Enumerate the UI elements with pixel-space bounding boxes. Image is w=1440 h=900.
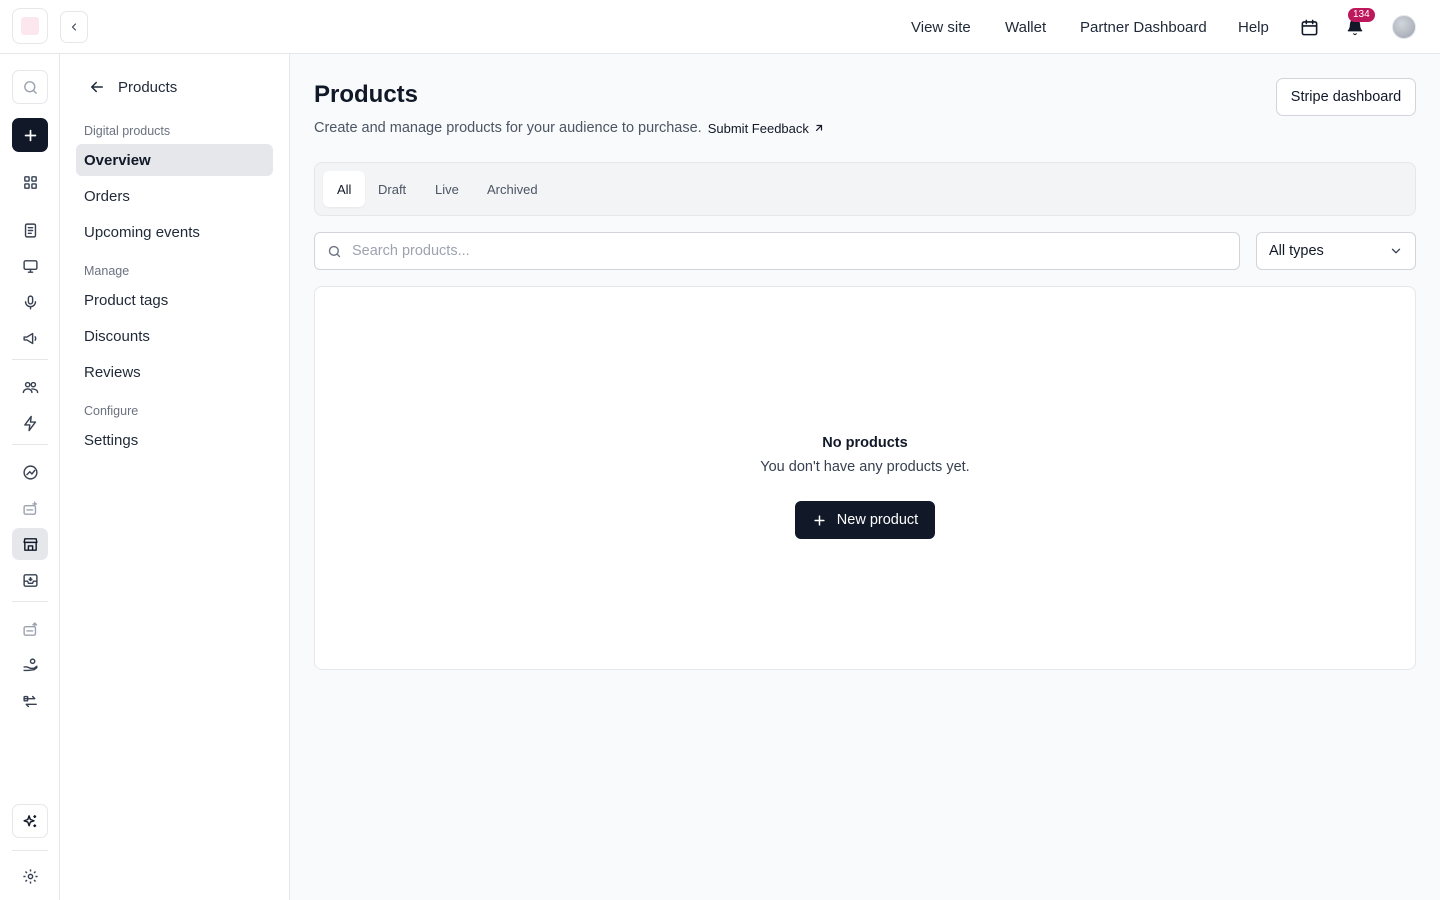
arrow-left-icon bbox=[91, 81, 103, 93]
grid-icon bbox=[23, 175, 37, 189]
rail-payments[interactable] bbox=[12, 649, 48, 681]
empty-state-description: You don't have any products yet. bbox=[760, 459, 970, 475]
rail-dashboard[interactable] bbox=[12, 166, 48, 198]
microphone-icon bbox=[24, 294, 36, 310]
sidebar-item-upcoming-events[interactable]: Upcoming events bbox=[76, 216, 273, 248]
product-type-select[interactable]: All types bbox=[1256, 232, 1416, 270]
rail-integrations[interactable] bbox=[12, 685, 48, 717]
inbox-icon bbox=[22, 573, 38, 587]
main-content: Products Create and manage products for … bbox=[290, 54, 1440, 900]
new-product-button[interactable]: New product bbox=[795, 501, 935, 539]
empty-state-card: No products You don't have any products … bbox=[314, 286, 1416, 670]
sparkle-icon bbox=[22, 814, 36, 827]
stripe-dashboard-button[interactable]: Stripe dashboard bbox=[1276, 78, 1416, 116]
rail-announcements[interactable] bbox=[12, 322, 48, 354]
rail-newsletter[interactable] bbox=[12, 214, 48, 246]
submit-feedback-link[interactable]: Submit Feedback bbox=[708, 121, 825, 136]
page-title: Products bbox=[314, 81, 419, 108]
notification-count-badge: 134 bbox=[1348, 8, 1375, 22]
search-box bbox=[314, 232, 1240, 270]
rail-divider bbox=[12, 850, 48, 851]
calendar-button[interactable] bbox=[1298, 16, 1320, 38]
top-bar: View site Wallet Partner Dashboard Help … bbox=[0, 0, 1440, 54]
calendar-icon bbox=[1301, 19, 1317, 35]
rail-divider bbox=[12, 444, 48, 445]
back-label: Products bbox=[118, 78, 178, 96]
rail-inbox[interactable] bbox=[12, 564, 48, 596]
rail-podcast[interactable] bbox=[12, 286, 48, 318]
store-icon bbox=[22, 537, 38, 551]
rail-divider bbox=[12, 601, 48, 602]
swap-icon bbox=[22, 695, 37, 707]
feedback-label: Submit Feedback bbox=[707, 120, 809, 136]
search-icon bbox=[328, 245, 341, 257]
monitor-icon bbox=[22, 259, 38, 273]
rail-sponsorships[interactable] bbox=[12, 492, 48, 524]
section-manage: Manage bbox=[84, 264, 130, 278]
sidebar-item-product-tags[interactable]: Product tags bbox=[76, 284, 273, 316]
chevron-left-icon bbox=[71, 23, 77, 31]
gear-icon bbox=[22, 868, 38, 884]
subtitle-text: Create and manage products for your audi… bbox=[314, 120, 702, 136]
nav-view-site[interactable]: View site bbox=[911, 0, 971, 54]
tab-archived[interactable]: Archived bbox=[473, 171, 552, 207]
tab-draft[interactable]: Draft bbox=[364, 171, 420, 207]
product-type-value: All types bbox=[1269, 243, 1324, 259]
collapse-sidebar-button[interactable] bbox=[60, 11, 88, 43]
page-subtitle: Create and manage products for your audi… bbox=[314, 120, 825, 136]
rail-automations[interactable] bbox=[12, 407, 48, 439]
chevron-down-icon bbox=[1391, 248, 1401, 254]
rail-products[interactable] bbox=[12, 528, 48, 560]
rail-ai-button[interactable] bbox=[12, 804, 48, 838]
rail-growth[interactable] bbox=[12, 456, 48, 488]
new-product-label: New product bbox=[836, 512, 919, 528]
nav-partner-dashboard[interactable]: Partner Dashboard bbox=[1080, 0, 1207, 54]
plus-icon bbox=[24, 129, 36, 141]
newsletter-icon bbox=[24, 222, 36, 238]
products-sidebar: Products Digital products Overview Order… bbox=[60, 54, 290, 900]
rail-website[interactable] bbox=[12, 250, 48, 282]
rail-settings[interactable] bbox=[12, 860, 48, 892]
icon-rail bbox=[0, 54, 60, 900]
plus-icon bbox=[814, 514, 825, 526]
rail-search-button[interactable] bbox=[12, 70, 48, 104]
tab-live[interactable]: Live bbox=[421, 171, 473, 207]
back-to-products[interactable]: Products bbox=[88, 78, 177, 96]
megaphone-icon bbox=[22, 332, 36, 344]
rail-divider bbox=[12, 359, 48, 360]
ads-icon bbox=[22, 621, 37, 636]
lightning-icon bbox=[23, 415, 36, 431]
growth-icon bbox=[22, 464, 38, 480]
empty-state-title: No products bbox=[822, 435, 908, 451]
sidebar-item-overview[interactable]: Overview bbox=[76, 144, 273, 176]
status-tabs: All Draft Live Archived bbox=[314, 162, 1416, 216]
hand-coin-icon bbox=[22, 657, 38, 671]
logo[interactable] bbox=[12, 8, 48, 44]
search-icon bbox=[23, 80, 37, 94]
nav-wallet[interactable]: Wallet bbox=[1005, 0, 1046, 54]
section-digital-products: Digital products bbox=[84, 124, 171, 138]
sidebar-item-discounts[interactable]: Discounts bbox=[76, 320, 273, 352]
sidebar-item-settings[interactable]: Settings bbox=[76, 424, 273, 456]
nav-help[interactable]: Help bbox=[1238, 0, 1269, 54]
arrow-up-right-icon bbox=[815, 124, 822, 132]
section-configure: Configure bbox=[84, 404, 139, 418]
search-input[interactable] bbox=[352, 243, 1212, 259]
users-icon bbox=[22, 381, 38, 393]
avatar[interactable] bbox=[1392, 15, 1416, 39]
rail-ads[interactable] bbox=[12, 613, 48, 645]
rail-audience[interactable] bbox=[12, 371, 48, 403]
sidebar-item-orders[interactable]: Orders bbox=[76, 180, 273, 212]
sponsor-icon bbox=[22, 500, 37, 515]
tab-all[interactable]: All bbox=[323, 171, 366, 207]
logo-mark bbox=[21, 17, 39, 35]
rail-create-button[interactable] bbox=[12, 118, 48, 152]
sidebar-item-reviews[interactable]: Reviews bbox=[76, 356, 273, 388]
